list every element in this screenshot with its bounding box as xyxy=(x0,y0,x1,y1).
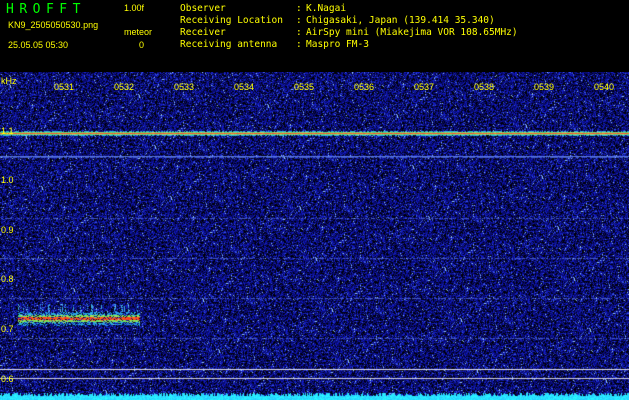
location-sep: : xyxy=(296,15,302,26)
file-name: KN9_2505050530.png xyxy=(8,20,99,30)
axis-unit-label: kHz xyxy=(1,76,17,86)
y-tick-0-9: 0.9 xyxy=(1,225,14,235)
x-tick-0536: 0536 xyxy=(354,82,375,92)
location-value: Chigasaki, Japan (139.414 35.340) xyxy=(306,15,495,26)
observer-key: Observer xyxy=(180,3,226,14)
receiver-value: AirSpy mini (Miakejima VOR 108.65MHz) xyxy=(306,27,518,38)
x-tick-0538: 0538 xyxy=(474,82,495,92)
meteor-count: 0 xyxy=(139,40,145,50)
receiver-key: Receiver xyxy=(180,27,226,38)
antenna-value: Maspro FM-3 xyxy=(306,39,369,50)
y-tick-0-6: 0.6 xyxy=(1,374,14,384)
x-tick-0535: 0535 xyxy=(294,82,315,92)
x-tick-0534: 0534 xyxy=(234,82,255,92)
app-version: 1.00f xyxy=(124,3,145,13)
observer-value: K.Nagai xyxy=(306,3,347,14)
observer-sep: : xyxy=(296,3,302,14)
x-tick-0533: 0533 xyxy=(174,82,195,92)
waterfall-canvas xyxy=(0,72,629,400)
y-tick-0-8: 0.8 xyxy=(1,274,14,284)
header-panel: HROFFT 1.00f KN9_2505050530.png meteor 2… xyxy=(0,0,629,72)
spectrogram-area xyxy=(0,72,629,400)
antenna-sep: : xyxy=(296,39,302,50)
x-tick-0537: 0537 xyxy=(414,82,435,92)
x-tick-0540: 0540 xyxy=(594,82,615,92)
x-tick-0539: 0539 xyxy=(534,82,555,92)
x-tick-0531: 0531 xyxy=(54,82,75,92)
receiver-sep: : xyxy=(296,27,302,38)
antenna-key: Receiving antenna xyxy=(180,39,278,50)
timestamp: 25.05.05 05:30 xyxy=(8,40,69,50)
y-tick-1-1: 1.1 xyxy=(1,126,14,136)
y-tick-1-0: 1.0 xyxy=(1,175,14,185)
meteor-label: meteor xyxy=(124,27,153,37)
y-tick-0-7: 0.7 xyxy=(1,324,14,334)
x-tick-0532: 0532 xyxy=(114,82,135,92)
app-logo: HROFFT xyxy=(6,2,86,17)
location-key: Receiving Location xyxy=(180,15,283,26)
